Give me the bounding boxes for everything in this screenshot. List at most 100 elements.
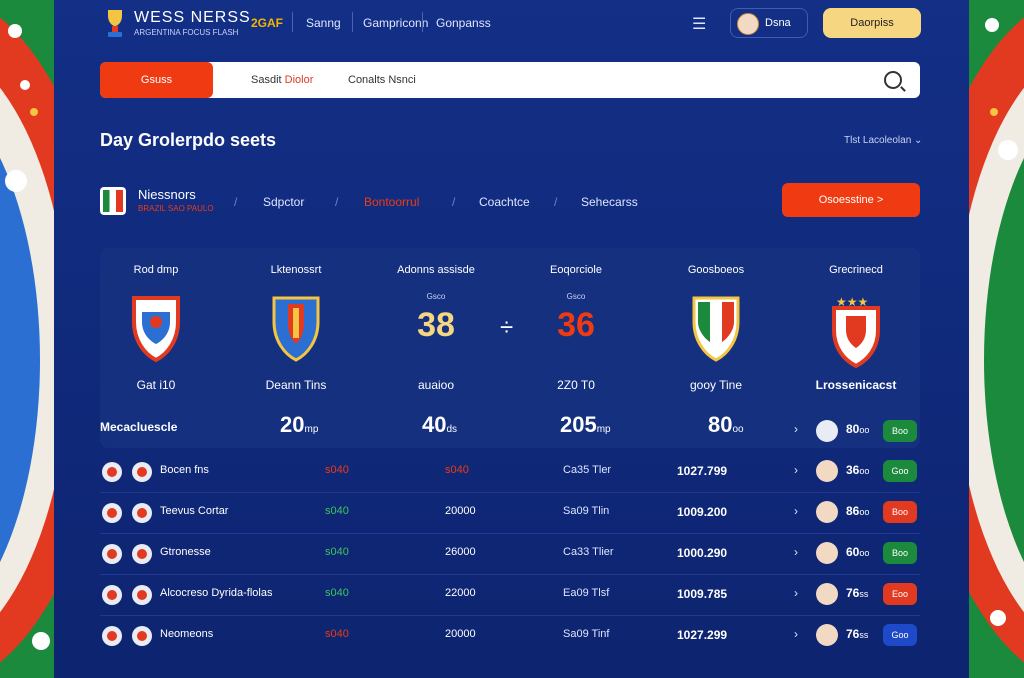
section-filter-label: Tlst Lacoleolan	[844, 135, 912, 146]
search-category-button[interactable]: Gsuss	[100, 62, 213, 98]
table-row[interactable]: Teevus Cortar s040 20000 Sa09 Tlin 1009.…	[100, 493, 920, 533]
stat-value: 80oo	[708, 412, 744, 438]
nav-link-3[interactable]: Gonpanss	[436, 16, 491, 30]
search-bar[interactable]: Gsuss Sasdit Diolor Conalts Nsnci	[100, 62, 920, 98]
status-badge[interactable]: Boo	[883, 501, 917, 523]
chevron-right-icon[interactable]: ›	[794, 586, 798, 600]
row-points-unit: ss	[859, 589, 869, 599]
subnav-link-3[interactable]: Coachtce	[479, 195, 530, 209]
row-name: Teevus Cortar	[160, 505, 229, 517]
avatar	[102, 503, 122, 523]
nav-link-2[interactable]: Gampriconn	[363, 16, 428, 30]
stat-points: 80oo	[846, 422, 869, 436]
avatar	[816, 583, 838, 605]
subnav-brand: Niessnors	[138, 187, 196, 202]
col-label-3: auaioo	[417, 378, 455, 392]
col-label-2: Deann Tins	[265, 378, 327, 392]
row-col-1: s040	[325, 628, 349, 640]
search-tab-1-highlight: Diolor	[284, 74, 314, 86]
avatar	[816, 624, 838, 646]
menu-icon[interactable]: ☰	[692, 14, 706, 34]
row-points: 60oo	[846, 545, 869, 559]
cta-button[interactable]: Daorpiss	[823, 8, 921, 38]
section-filter[interactable]: Tlst Lacoleolan ⌄	[844, 135, 922, 146]
chevron-right-icon[interactable]: ›	[794, 545, 798, 559]
row-points: 76ss	[846, 586, 868, 600]
search-tab-2[interactable]: Conalts Nsnci	[348, 74, 416, 86]
chevron-right-icon[interactable]: ›	[794, 627, 798, 641]
row-col-4: 1009.200	[677, 505, 728, 519]
team-crest-icon[interactable]: ★★★	[828, 294, 884, 368]
table-row[interactable]: Bocen fns s040 s040 Ca35 Tler 1027.799 ›…	[100, 452, 920, 492]
avatar	[816, 460, 838, 482]
status-badge[interactable]: Goo	[883, 624, 917, 646]
row-col-4: 1000.290	[677, 546, 728, 560]
nav-link-1[interactable]: Sanng	[306, 16, 341, 30]
chevron-down-icon: ⌄	[914, 135, 923, 146]
row-name: Alcocreso Dyrida-flolas	[160, 587, 273, 599]
primary-button[interactable]: Osoesstine >	[782, 183, 920, 217]
row-col-3: Sa09 Tinf	[563, 628, 610, 640]
status-badge[interactable]: Boo	[883, 420, 917, 442]
subnav-link-1[interactable]: Sdpctor	[263, 195, 304, 209]
row-points-unit: oo	[859, 507, 870, 517]
chevron-right-icon[interactable]: ›	[794, 422, 798, 436]
col-label-6: Lrossenicacst	[815, 378, 897, 392]
subnav-link-2[interactable]: Bontoorrul	[364, 195, 419, 209]
status-badge[interactable]: Eoo	[883, 583, 917, 605]
avatar	[102, 544, 122, 564]
col-label-5: gooy Tine	[689, 378, 743, 392]
row-name: Gtronesse	[160, 546, 211, 558]
col-label-4: 2Z0 T0	[557, 378, 595, 392]
chevron-right-icon[interactable]: ›	[794, 463, 798, 477]
row-col-2: 20000	[445, 628, 476, 640]
search-tab-1[interactable]: Sasdit Diolor	[251, 74, 313, 86]
subnav-link-4[interactable]: Sehecarss	[581, 195, 638, 209]
avatar	[816, 542, 838, 564]
nav-year[interactable]: 2GAF	[251, 16, 283, 30]
row-col-2: s040	[445, 464, 469, 476]
search-icon[interactable]	[884, 71, 902, 89]
trophy-logo-icon[interactable]	[100, 8, 130, 40]
row-col-2: 26000	[445, 546, 476, 558]
subnav-divider: /	[452, 195, 456, 209]
row-points-number: 76	[846, 627, 860, 641]
table-row[interactable]: Neomeons s040 20000 Sa09 Tinf 1027.299 ›…	[100, 616, 920, 656]
stat-value-unit: ds	[446, 424, 458, 435]
team-crest-icon[interactable]	[128, 294, 184, 364]
avatar	[132, 585, 152, 605]
row-points-number: 60	[846, 545, 860, 559]
row-col-4: 1027.299	[677, 628, 728, 642]
team-crest-icon[interactable]	[268, 294, 324, 364]
avatar	[102, 462, 122, 482]
row-col-3: Sa09 Tlin	[563, 505, 610, 517]
stat-value: 20mp	[280, 412, 318, 438]
status-badge[interactable]: Goo	[883, 460, 917, 482]
col-sub-3: Gsco	[426, 292, 446, 301]
avatar	[102, 585, 122, 605]
chevron-right-icon[interactable]: ›	[794, 504, 798, 518]
col-head-4: Eoqorciole	[550, 264, 602, 276]
subnav-divider: /	[335, 195, 339, 209]
user-chip[interactable]: Dsna	[730, 8, 808, 38]
row-points-number: 36	[846, 463, 860, 477]
status-badge[interactable]: Boo	[883, 542, 917, 564]
table-row[interactable]: Gtronesse s040 26000 Ca33 Tlier 1000.290…	[100, 534, 920, 574]
avatar	[132, 626, 152, 646]
vs-divider: ÷	[500, 314, 514, 341]
main-panel: WESS NERSS ARGENTINA FOCUS FLASH 2GAF Sa…	[54, 0, 969, 678]
stat-points-number: 80	[846, 422, 860, 436]
table-row[interactable]: Alcocreso Dyrida-flolas s040 22000 Ea09 …	[100, 575, 920, 615]
stat-value-number: 205	[560, 412, 597, 437]
avatar	[816, 420, 838, 442]
row-col-4: 1009.785	[677, 587, 728, 601]
row-points: 36oo	[846, 463, 869, 477]
row-points-unit: oo	[859, 548, 870, 558]
match-card: Rod dmp Lktenossrt Adonns assisde Gsco E…	[100, 248, 920, 448]
stat-value: 205mp	[560, 412, 611, 438]
team-crest-icon[interactable]	[688, 294, 744, 364]
row-col-1: s040	[325, 587, 349, 599]
stat-value-number: 20	[280, 412, 305, 437]
top-bar: WESS NERSS ARGENTINA FOCUS FLASH 2GAF Sa…	[54, 0, 969, 48]
stat-value-unit: oo	[732, 424, 744, 435]
